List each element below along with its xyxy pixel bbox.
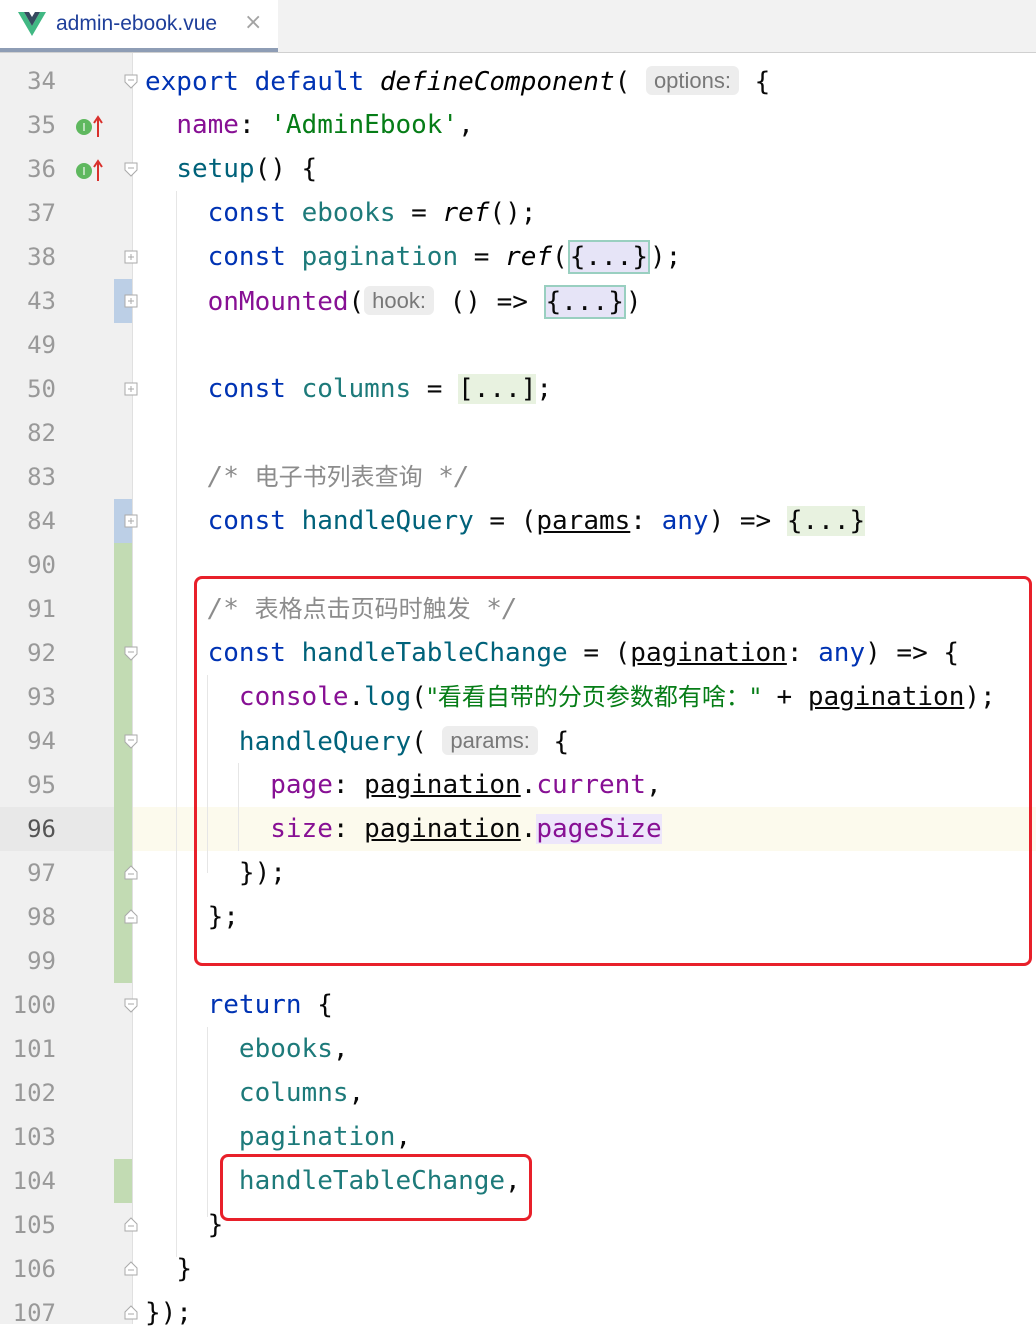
line-number: 35: [27, 111, 56, 139]
fold-open-icon[interactable]: [123, 73, 139, 89]
line-number: 101: [12, 1035, 56, 1063]
fold-open-icon[interactable]: [123, 733, 139, 749]
code-line: 100 return {: [0, 983, 1036, 1027]
folded-code-region[interactable]: {...}: [543, 285, 626, 319]
code-text: }: [207, 1210, 224, 1240]
code-line: 83 /* 电子书列表查询 */: [0, 455, 1036, 499]
line-number: 102: [12, 1079, 56, 1107]
code-line: 103 pagination,: [0, 1115, 1036, 1159]
line-number: 36: [27, 155, 56, 183]
annotation-highlight-box: [194, 576, 1032, 966]
line-number: 95: [27, 771, 56, 799]
code-line: 50 const columns = [...];: [0, 367, 1036, 411]
line-number: 103: [12, 1123, 56, 1151]
fold-end-icon[interactable]: [123, 909, 139, 925]
code-text: onMounted(hook: () => {...}): [207, 285, 642, 319]
code-text: pagination,: [238, 1122, 412, 1152]
code-text: name: 'AdminEbook',: [176, 110, 474, 140]
line-number: 37: [27, 199, 56, 227]
code-comment: /* 电子书列表查询 */: [207, 462, 470, 492]
code-text: const columns = [...];: [207, 374, 553, 404]
implements-override-icon[interactable]: I: [74, 115, 104, 139]
line-number: 49: [27, 331, 56, 359]
folded-code-region[interactable]: {...}: [786, 506, 866, 536]
parameter-hint: hook:: [364, 286, 434, 315]
fold-open-icon[interactable]: [123, 645, 139, 661]
line-number: 91: [27, 595, 56, 623]
code-line: 34 export default defineComponent( optio…: [0, 59, 1036, 103]
fold-open-icon[interactable]: [123, 997, 139, 1013]
code-line: 82: [0, 411, 1036, 455]
editor-tab-bar: admin-ebook.vue ×: [0, 0, 1036, 53]
code-text: const pagination = ref({...});: [207, 240, 682, 274]
code-line: 38 const pagination = ref({...});: [0, 235, 1036, 279]
line-number: 97: [27, 859, 56, 887]
line-number: 38: [27, 243, 56, 271]
line-number: 92: [27, 639, 56, 667]
fold-collapsed-icon[interactable]: [123, 249, 139, 265]
fold-end-icon[interactable]: [123, 1217, 139, 1233]
code-line: 101 ebooks,: [0, 1027, 1036, 1071]
line-number: 83: [27, 463, 56, 491]
line-number: 107: [12, 1299, 56, 1327]
code-text: });: [145, 1298, 192, 1328]
line-number: 94: [27, 727, 56, 755]
fold-collapsed-icon[interactable]: [123, 513, 139, 529]
svg-text:I: I: [82, 165, 85, 178]
line-number: 93: [27, 683, 56, 711]
code-text: }: [176, 1254, 192, 1284]
code-line: 107 });: [0, 1291, 1036, 1335]
code-text: columns,: [238, 1078, 365, 1108]
tab-admin-ebook[interactable]: admin-ebook.vue ×: [0, 0, 278, 52]
folded-code-region[interactable]: {...}: [567, 240, 650, 274]
line-number: 96: [27, 815, 56, 843]
line-number: 98: [27, 903, 56, 931]
line-number: 34: [27, 67, 56, 95]
line-number: 50: [27, 375, 56, 403]
parameter-hint: options:: [645, 66, 739, 95]
line-number: 82: [27, 419, 56, 447]
code-line: 37 const ebooks = ref();: [0, 191, 1036, 235]
code-line: 84 const handleQuery = (params: any) => …: [0, 499, 1036, 543]
folded-code-region[interactable]: [...]: [458, 374, 537, 404]
line-number: 105: [12, 1211, 56, 1239]
code-text: const ebooks = ref();: [207, 198, 537, 228]
tab-label: admin-ebook.vue: [56, 12, 218, 35]
code-text: ebooks,: [238, 1034, 349, 1064]
svg-text:I: I: [82, 121, 85, 134]
code-text: return {: [207, 990, 333, 1020]
code-line: 35 I name: 'AdminEbook',: [0, 103, 1036, 147]
code-text: const handleQuery = (params: any) => {..…: [207, 506, 866, 536]
line-number: 99: [27, 947, 56, 975]
fold-collapsed-icon[interactable]: [123, 293, 139, 309]
fold-open-icon[interactable]: [123, 161, 139, 177]
line-number: 90: [27, 551, 56, 579]
annotation-highlight-box: [220, 1154, 532, 1221]
code-line: 106 }: [0, 1247, 1036, 1291]
line-number: 106: [12, 1255, 56, 1283]
line-number: 43: [27, 287, 56, 315]
code-text: export default defineComponent( options:…: [145, 66, 771, 97]
fold-end-icon[interactable]: [123, 865, 139, 881]
code-line: 36 I setup() {: [0, 147, 1036, 191]
line-number: 84: [27, 507, 56, 535]
fold-end-icon[interactable]: [123, 1305, 139, 1321]
line-number: 100: [12, 991, 56, 1019]
fold-end-icon[interactable]: [123, 1261, 139, 1277]
implements-override-icon[interactable]: I: [74, 159, 104, 183]
code-line: 49: [0, 323, 1036, 367]
fold-collapsed-icon[interactable]: [123, 381, 139, 397]
vue-logo-icon: [18, 12, 46, 36]
code-line: 43 onMounted(hook: () => {...}): [0, 279, 1036, 323]
line-number: 104: [12, 1167, 56, 1195]
close-icon[interactable]: ×: [244, 10, 262, 35]
code-text: setup() {: [176, 154, 318, 184]
code-line: 102 columns,: [0, 1071, 1036, 1115]
